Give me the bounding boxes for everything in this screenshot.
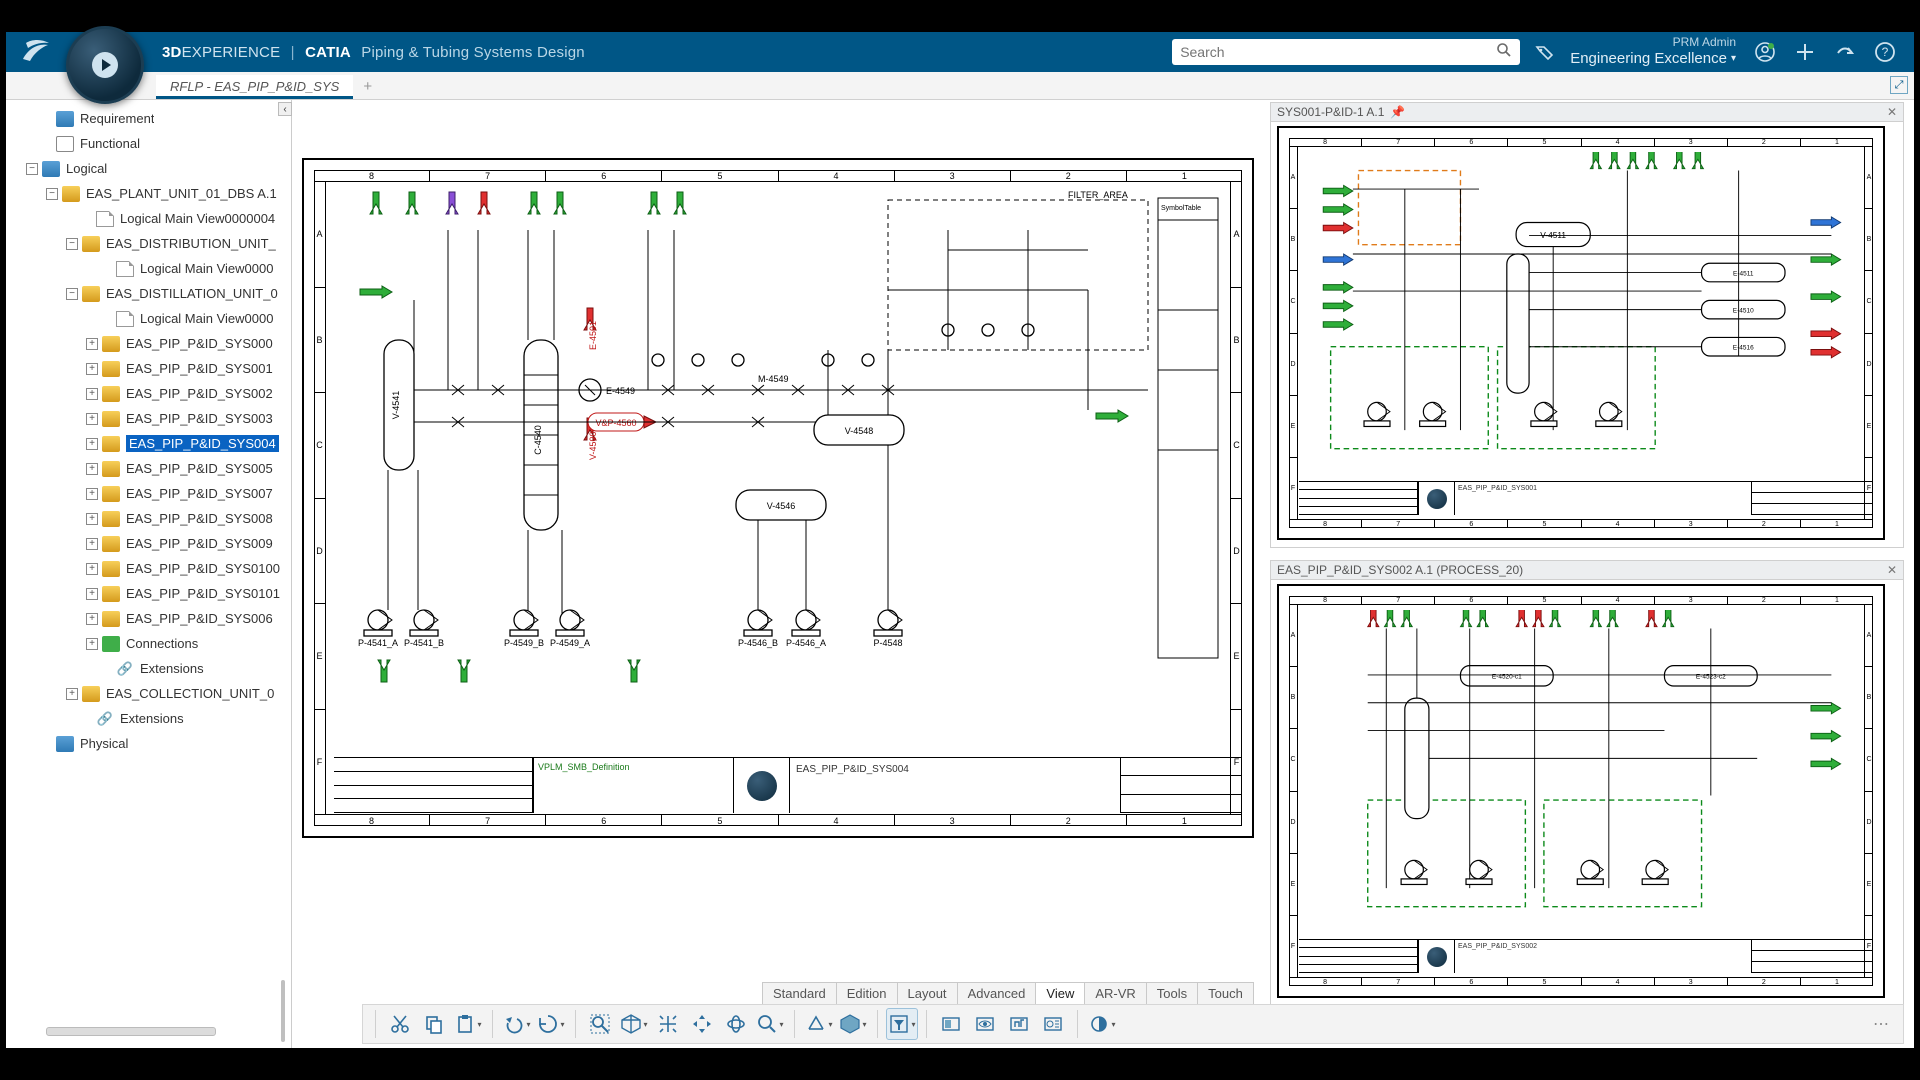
action-tab-edition[interactable]: Edition (836, 982, 898, 1004)
app-header: 3DEXPERIENCE | CATIA Piping & Tubing Sys… (6, 32, 1914, 72)
search-icon[interactable] (1496, 42, 1512, 63)
compass-icon[interactable] (66, 26, 146, 106)
recenter-icon[interactable] (652, 1008, 684, 1040)
app-options-4-icon[interactable] (1037, 1008, 1069, 1040)
svg-text:E-4510: E-4510 (1733, 307, 1754, 314)
undo-icon[interactable]: ▾ (501, 1008, 533, 1040)
svg-text:E-4511: E-4511 (1733, 270, 1754, 277)
drawing-sheet-main[interactable]: 87654321 87654321 ABCDEF ABCDEF (302, 158, 1254, 838)
tree-node-selected: +EAS_PIP_P&ID_SYS004 (12, 431, 289, 456)
share-icon[interactable] (1834, 41, 1856, 63)
document-tab-active[interactable]: RFLP - EAS_PIP_P&ID_SYS (156, 75, 353, 99)
action-tab-advanced[interactable]: Advanced (957, 982, 1037, 1004)
app-title: 3DEXPERIENCE | CATIA Piping & Tubing Sys… (162, 44, 585, 61)
physical-icon (56, 736, 74, 752)
pin-icon[interactable]: 📌 (1390, 105, 1405, 119)
add-icon[interactable] (1794, 41, 1816, 63)
ambience-icon[interactable]: ▾ (1086, 1008, 1118, 1040)
help-icon[interactable]: ? (1874, 41, 1896, 63)
overflow-icon[interactable]: ⋯ (1865, 1008, 1897, 1040)
action-tab-standard[interactable]: Standard (762, 982, 837, 1004)
app-options-2-icon[interactable] (969, 1008, 1001, 1040)
zoom-fit-icon[interactable] (584, 1008, 616, 1040)
action-tab-layout[interactable]: Layout (897, 982, 958, 1004)
svg-text:P-4548: P-4548 (873, 638, 902, 648)
panel-title: SYS001-P&ID-1 A.1 (1277, 105, 1384, 119)
ds-logo-icon (20, 39, 52, 65)
search-box[interactable] (1172, 39, 1520, 65)
svg-text:V-4500: V-4500 (588, 431, 598, 460)
spec-tree[interactable]: Requirement Functional −Logical −EAS_PLA… (6, 100, 291, 762)
cut-icon[interactable] (384, 1008, 416, 1040)
tree-resize-handle[interactable] (281, 980, 285, 1042)
svg-text:V&P-4560: V&P-4560 (595, 418, 636, 428)
profile-icon[interactable] (1754, 41, 1776, 63)
pid-diagram-main: FILTER_AREA SymbolTable (328, 184, 1228, 756)
svg-text:P-4546_B: P-4546_B (738, 638, 778, 648)
secondary-view-bottom[interactable]: EAS_PIP_P&ID_SYS002 A.1 (PROCESS_20)✕ 87… (1270, 560, 1904, 1010)
svg-text:E-4501: E-4501 (588, 321, 598, 350)
action-tab-view[interactable]: View (1035, 982, 1085, 1004)
pan-icon[interactable] (686, 1008, 718, 1040)
svg-text:P-4541_A: P-4541_A (358, 638, 398, 648)
tree-collapse-handle[interactable]: ‹ (278, 102, 292, 116)
paste-icon[interactable]: ▾ (452, 1008, 484, 1040)
normal-view-icon[interactable]: ▾ (803, 1008, 835, 1040)
svg-text:P-4549_B: P-4549_B (504, 638, 544, 648)
titleblock-logo-icon (747, 771, 777, 801)
filter-icon[interactable]: ▾ (886, 1008, 918, 1040)
user-context[interactable]: PRM Admin Engineering Excellence▾ (1570, 36, 1736, 67)
render-style-icon[interactable]: ▾ (837, 1008, 869, 1040)
title-block: VPLM_SMB_Definition EAS_PIP_P&ID_SYS004 (334, 757, 1241, 813)
tree-hscroll[interactable] (46, 1027, 216, 1036)
update-icon[interactable]: ▾ (535, 1008, 567, 1040)
svg-text:V-4548: V-4548 (845, 426, 874, 436)
document-tab-strip: RFLP - EAS_PIP_P&ID_SYS + ⤢ (6, 72, 1914, 100)
action-bar: ▾ ▾ ▾ ▾ ▾ ▾ ▾ ▾ (362, 1004, 1904, 1044)
svg-text:FILTER_AREA: FILTER_AREA (1068, 190, 1128, 200)
svg-text:SymbolTable: SymbolTable (1161, 205, 1201, 212)
app-options-1-icon[interactable] (935, 1008, 967, 1040)
svg-text:?: ? (1882, 45, 1889, 59)
svg-text:V-4541: V-4541 (391, 391, 401, 420)
svg-text:V-4546: V-4546 (767, 501, 796, 511)
document-tab-add[interactable]: + (353, 74, 382, 99)
secondary-view-top[interactable]: SYS001-P&ID-1 A.1📌✕ 8765432187654321 ABC… (1270, 102, 1904, 552)
extensions-icon: 🔗 (116, 661, 134, 677)
svg-text:M-4549: M-4549 (758, 374, 789, 384)
copy-icon[interactable] (418, 1008, 450, 1040)
expand-view-icon[interactable]: ⤢ (1890, 76, 1908, 94)
logical-icon (42, 161, 60, 177)
functional-icon (56, 136, 74, 152)
panel-title: EAS_PIP_P&ID_SYS002 A.1 (PROCESS_20) (1277, 563, 1523, 577)
connections-icon (102, 636, 120, 652)
action-tab-touch[interactable]: Touch (1197, 982, 1254, 1004)
svg-text:C-4540: C-4540 (533, 425, 543, 455)
app-options-3-icon[interactable] (1003, 1008, 1035, 1040)
action-bar-tabs[interactable]: StandardEditionLayoutAdvancedViewAR-VRTo… (762, 982, 1253, 1004)
action-tab-ar-vr[interactable]: AR-VR (1084, 982, 1146, 1004)
search-input[interactable] (1180, 44, 1496, 60)
svg-text:P-4549_A: P-4549_A (550, 638, 590, 648)
svg-text:E-4516: E-4516 (1733, 345, 1754, 352)
tag-icon[interactable] (1534, 41, 1556, 63)
graphics-area[interactable]: 87654321 87654321 ABCDEF ABCDEF (292, 100, 1914, 1048)
spec-tree-panel: ‹ Requirement Functional −Logical −EAS_P… (6, 100, 292, 1048)
svg-text:P-4541_B: P-4541_B (404, 638, 444, 648)
svg-text:E-4549: E-4549 (606, 386, 635, 396)
expand-toggle[interactable]: − (26, 163, 38, 175)
zoom-icon[interactable]: ▾ (754, 1008, 786, 1040)
isometric-view-icon[interactable]: ▾ (618, 1008, 650, 1040)
action-tab-tools[interactable]: Tools (1146, 982, 1198, 1004)
close-icon[interactable]: ✕ (1887, 563, 1897, 577)
close-icon[interactable]: ✕ (1887, 105, 1897, 119)
rotate-icon[interactable] (720, 1008, 752, 1040)
svg-text:P-4546_A: P-4546_A (786, 638, 826, 648)
requirement-icon (56, 111, 74, 127)
